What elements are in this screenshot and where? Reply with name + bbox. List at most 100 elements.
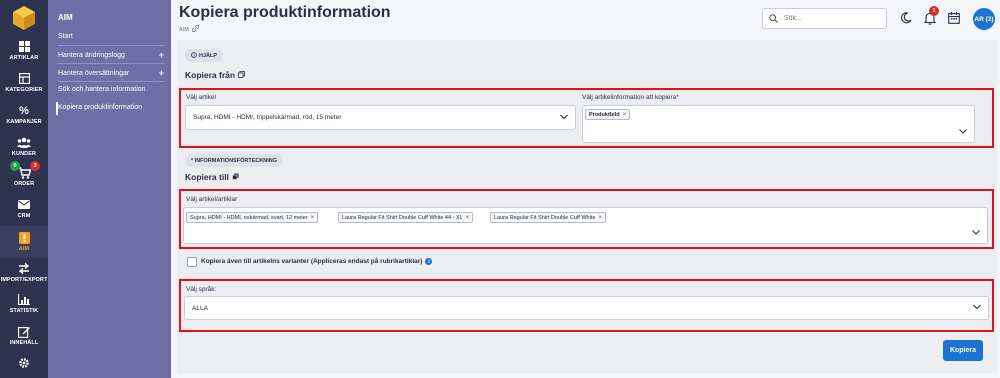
subnav-item-label: Hantera ändringslogg [58, 51, 125, 59]
article-select[interactable]: Supra, HDMI - HDMI, trippelskärmad, röd,… [185, 105, 576, 130]
language-select[interactable]: ALLA [184, 296, 989, 320]
rail-label: KATEGORIER [5, 87, 43, 93]
subnav-divider [58, 45, 164, 46]
subnav-divider [58, 81, 164, 82]
remove-tag-icon[interactable]: × [311, 215, 315, 221]
icon-rail: ARTIKLAR KATEGORIER % KAMPANJER KUNDER O… [0, 0, 48, 378]
remove-tag-icon[interactable]: × [623, 112, 627, 118]
moon-icon[interactable] [899, 11, 913, 25]
rail-item-crm[interactable]: CRM [0, 198, 48, 228]
remove-tag-icon[interactable]: × [598, 215, 602, 221]
subnav-item-label: Start [58, 33, 73, 40]
info-label: Välj artikelinformation att kopiera* [582, 94, 679, 101]
copy-to-title: Kopiera till [185, 172, 239, 182]
rail-label: AIM [18, 246, 30, 252]
info-list-label: * INFORMATIONSFÖRTECKNING [191, 157, 278, 164]
rail-item-order[interactable]: ORDER [0, 166, 48, 196]
help-pill[interactable]: HJÄLP [185, 49, 224, 62]
chevron-down-icon [973, 304, 981, 312]
tag-label: Laura Regular Fit Shirt Double Cuff Whit… [494, 214, 596, 221]
breadcrumb-item[interactable]: AIM [179, 27, 189, 33]
users-icon [17, 136, 31, 149]
page-title: Kopiera produktinformation [179, 4, 391, 21]
subnav-item-label: Kopiera produktinformation [58, 104, 143, 111]
subnav-item-andringslogg[interactable]: Hantera ändringslogg + [58, 50, 164, 60]
variants-checkbox[interactable] [187, 257, 197, 267]
grid-icon [17, 40, 31, 53]
copy-from-label: Kopiera från [185, 70, 236, 80]
info-icon [17, 231, 31, 244]
rail-label: IMPORT/EXPORT [0, 277, 48, 283]
article-tag: Supra, HDMI - HDMI, oskärmad, svart, 12 … [186, 212, 319, 223]
info-multiselect[interactable] [582, 105, 975, 143]
user-avatar[interactable]: AR (2) [973, 8, 995, 30]
rail-item-artiklar[interactable]: ARTIKLAR [0, 40, 48, 70]
rail-label: ORDER [13, 181, 35, 187]
chevron-down-icon [560, 114, 568, 121]
mail-icon [17, 198, 31, 211]
rail-label: CRM [17, 213, 31, 219]
language-label: Välj språk: [186, 286, 217, 293]
copy-from-title: Kopiera från [185, 70, 245, 80]
link-icon[interactable] [191, 24, 200, 34]
rail-label: ARTIKLAR [9, 55, 39, 61]
variants-label-text: Kopiera även till artikelns varianter (A… [201, 258, 423, 265]
subnav-item-sok-hantera[interactable]: Sök och hantera information [58, 86, 164, 93]
articles-label: Välj artikel/artiklar [186, 196, 238, 203]
swap-icon [17, 262, 31, 275]
rail-item-settings[interactable] [0, 356, 48, 378]
rail-label: STATISTIK [9, 308, 39, 314]
plus-icon[interactable]: + [159, 50, 164, 60]
breadcrumb: AIM [179, 24, 200, 34]
search-icon [769, 10, 778, 28]
logo-cube-icon[interactable] [12, 5, 36, 31]
variants-checkbox-label[interactable]: Kopiera även till artikelns varianter (A… [201, 258, 433, 265]
chevron-down-icon [959, 129, 967, 136]
help-label: HJÄLP [199, 52, 218, 59]
edit-icon [17, 325, 31, 338]
active-indicator [56, 102, 58, 115]
subnav-title: AIM [58, 13, 73, 22]
percent-icon: % [19, 104, 29, 117]
copy-filled-icon [232, 172, 239, 182]
article-tag: Laura Regular Fit Shirt Double Cuff Whit… [338, 212, 474, 223]
notification-badge: 1 [929, 6, 939, 16]
article-label: Välj artikel [186, 94, 216, 101]
subnav-divider [58, 63, 164, 64]
calendar-icon[interactable] [947, 11, 961, 25]
rail-item-kategorier[interactable]: KATEGORIER [0, 72, 48, 102]
search-input[interactable] [784, 15, 874, 22]
category-icon [17, 72, 31, 85]
subnav-item-oversattningar[interactable]: Hantera översättningar + [58, 68, 164, 78]
subnav-item-label: Sök och hantera information [58, 86, 146, 93]
subnav-item-start[interactable]: Start [58, 33, 164, 40]
rail-item-import-export[interactable]: IMPORT/EXPORT [0, 262, 48, 292]
chevron-down-icon [972, 230, 980, 237]
chart-icon [17, 293, 31, 306]
plus-icon[interactable]: + [159, 68, 164, 78]
tag-label: Supra, HDMI - HDMI, oskärmad, svart, 12 … [190, 214, 308, 221]
aim-subnav: AIM Start Hantera ändringslogg + Hantera… [48, 0, 171, 378]
rail-item-kampanjer[interactable]: % KAMPANJER [0, 104, 48, 134]
rail-item-innehall[interactable]: INNEHÅLL [0, 325, 48, 355]
search-box[interactable] [762, 8, 887, 29]
remove-tag-icon[interactable]: × [466, 215, 470, 221]
gear-icon [17, 356, 31, 369]
info-list-pill[interactable]: * INFORMATIONSFÖRTECKNING [185, 154, 284, 167]
tag-label: Laura Regular Fit Shirt Double Cuff Whit… [342, 214, 463, 221]
rail-label: INNEHÅLL [9, 340, 39, 346]
info-icon[interactable]: i [425, 258, 433, 265]
language-select-value: ALLA [192, 304, 208, 312]
rail-item-statistik[interactable]: STATISTIK [0, 293, 48, 323]
tag-label: Produktbild [589, 111, 620, 118]
copy-to-label: Kopiera till [185, 172, 229, 182]
order-badge-green: 0 [10, 161, 20, 171]
rail-label: KUNDER [11, 151, 37, 157]
copy-icon [238, 70, 245, 80]
rail-item-kunder[interactable]: KUNDER [0, 136, 48, 166]
subnav-item-kopiera[interactable]: Kopiera produktinformation [58, 104, 164, 111]
rail-item-aim[interactable]: AIM [0, 226, 48, 258]
info-circle-icon [191, 51, 197, 60]
order-badge-red: 3 [30, 161, 40, 171]
copy-submit-button[interactable]: Kopiera [943, 340, 983, 361]
